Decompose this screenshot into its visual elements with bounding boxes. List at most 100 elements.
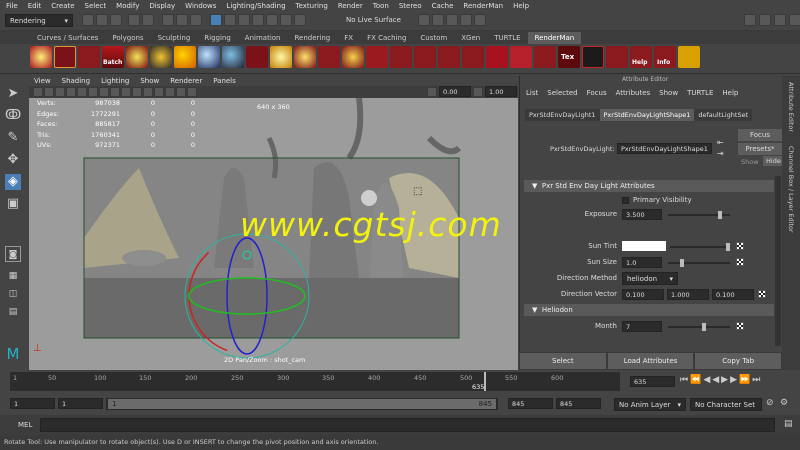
ipr-icon[interactable]	[54, 46, 76, 68]
hypershade-icon[interactable]	[474, 14, 486, 26]
ae-menu-turtle[interactable]: TURTLE	[687, 89, 713, 97]
sun-size-slider[interactable]	[668, 262, 730, 264]
render-icon[interactable]	[30, 46, 52, 68]
shelf-tab-fx[interactable]: FX	[337, 32, 360, 44]
render-view-shelf-icon[interactable]	[126, 46, 148, 68]
snap-grid-icon[interactable]	[224, 14, 236, 26]
ae-menu-show[interactable]: Show	[659, 89, 678, 97]
pxr-disney-icon[interactable]	[222, 46, 244, 68]
sun-size-value[interactable]: 1.0	[622, 257, 662, 268]
load-attributes-button[interactable]: Load Attributes	[606, 352, 695, 370]
ae-menu-attributes[interactable]: Attributes	[616, 89, 651, 97]
range-track[interactable]: 1 845	[106, 398, 498, 410]
single-view-icon[interactable]: ◙	[5, 246, 21, 262]
grid-icon[interactable]	[77, 87, 87, 97]
teapot-icon[interactable]	[534, 46, 556, 68]
select-tool-icon[interactable]: ➤	[5, 86, 21, 102]
snap-plane-icon[interactable]	[266, 14, 278, 26]
shelf-tab-rigging[interactable]: Rigging	[197, 32, 238, 44]
image-plane-icon[interactable]	[66, 87, 76, 97]
play-forward-icon[interactable]: ▶	[721, 375, 728, 385]
step-forward-frame-icon[interactable]: ▶	[730, 375, 737, 385]
shadows-icon[interactable]	[154, 87, 164, 97]
go-output-icon[interactable]: ⇥	[717, 149, 724, 158]
menu-help[interactable]: Help	[513, 2, 529, 10]
sun-tint-swatch[interactable]	[622, 241, 666, 251]
help-icon[interactable]: Help	[630, 46, 652, 68]
shelf-tab-xgen[interactable]: XGen	[454, 32, 487, 44]
globals-icon[interactable]	[150, 46, 172, 68]
map-button-icon[interactable]	[736, 242, 744, 250]
modeling-toolkit-icon[interactable]	[744, 14, 756, 26]
side-tab-attribute-editor[interactable]: Attribute Editor	[787, 82, 795, 132]
ae-tab-transform[interactable]: PxrStdEnvDayLight1	[525, 109, 600, 121]
direction-vector-z[interactable]: 0.100	[712, 289, 754, 300]
smooth-shade-icon[interactable]	[121, 87, 131, 97]
menu-stereo[interactable]: Stereo	[399, 2, 422, 10]
menu-file[interactable]: File	[6, 2, 18, 10]
new-scene-icon[interactable]	[82, 14, 94, 26]
resolution-gate-icon[interactable]	[99, 87, 109, 97]
mel-label[interactable]: MEL	[18, 421, 32, 429]
sun-size-knob[interactable]	[680, 259, 684, 267]
shelf-tab-custom[interactable]: Custom	[413, 32, 454, 44]
range-bar[interactable]: 1 845	[108, 399, 496, 409]
four-view-icon[interactable]: ▦	[5, 268, 21, 284]
gamma-field[interactable]: 1.00	[485, 86, 517, 97]
section-heliodon[interactable]: ▼ Heliodon	[524, 304, 774, 316]
textured-icon[interactable]	[132, 87, 142, 97]
batch-render-icon[interactable]: Batch	[102, 46, 124, 68]
current-frame-field[interactable]: 635	[630, 376, 675, 387]
shelf-tab-curves-surfaces[interactable]: Curves / Surfaces	[30, 32, 105, 44]
hair-icon[interactable]	[366, 46, 388, 68]
use-lights-icon[interactable]	[143, 87, 153, 97]
shelf-tab-animation[interactable]: Animation	[238, 32, 288, 44]
direction-vector-x[interactable]: 0.100	[622, 289, 664, 300]
mel-input[interactable]	[40, 418, 775, 432]
ae-tab-shape[interactable]: PxrStdEnvDayLightShape1	[599, 109, 695, 121]
scale-tool-icon[interactable]: ▣	[5, 196, 21, 212]
film-gate-icon[interactable]	[88, 87, 98, 97]
isolate-select-icon[interactable]	[176, 87, 186, 97]
camera-select-icon[interactable]	[33, 87, 43, 97]
wireframe-icon[interactable]	[110, 87, 120, 97]
animation-start-field[interactable]: 1	[10, 398, 55, 409]
exposure-value[interactable]: 3.500	[622, 209, 662, 220]
preferences-icon[interactable]	[582, 46, 604, 68]
render-view-icon[interactable]	[418, 14, 430, 26]
cube-icon[interactable]	[486, 46, 508, 68]
ribbox-icon[interactable]	[414, 46, 436, 68]
archive-icon[interactable]	[438, 46, 460, 68]
make-live-icon[interactable]	[294, 14, 306, 26]
xray-icon[interactable]	[187, 87, 197, 97]
portal-light-icon[interactable]	[318, 46, 340, 68]
puzzle-icon[interactable]	[678, 46, 700, 68]
env-light-icon[interactable]	[270, 46, 292, 68]
auto-key-icon[interactable]: ⊘	[766, 398, 774, 408]
section-daylight-attributes[interactable]: ▼ Pxr Std Env Day Light Attributes	[524, 180, 774, 192]
character-set-dropdown[interactable]: No Character Set▾	[690, 398, 762, 421]
sphere-icon[interactable]	[510, 46, 532, 68]
render-current-icon[interactable]	[432, 14, 444, 26]
menu-set-dropdown[interactable]: Rendering ▾	[5, 14, 73, 27]
pxr-surface-icon[interactable]	[174, 46, 196, 68]
select-hierarchy-icon[interactable]	[162, 14, 174, 26]
sun-tint-knob[interactable]	[726, 243, 730, 251]
menu-modify[interactable]: Modify	[116, 2, 139, 10]
paint-select-icon[interactable]: ✎	[5, 130, 21, 146]
info-icon[interactable]: Info	[654, 46, 676, 68]
viewport-menu-lighting[interactable]: Lighting	[101, 77, 129, 85]
playback-start-field[interactable]: 1	[58, 398, 103, 409]
presets-button[interactable]: Presets*	[738, 143, 782, 155]
ae-menu-help[interactable]: Help	[722, 89, 738, 97]
anim-layer-dropdown[interactable]: No Anim Layer ▾	[614, 398, 686, 411]
snap-point-icon[interactable]	[252, 14, 264, 26]
side-by-side-icon[interactable]: ◫	[5, 286, 21, 302]
exposure-knob[interactable]	[718, 211, 722, 219]
viewport-menu-renderer[interactable]: Renderer	[170, 77, 202, 85]
sun-tint-slider[interactable]	[670, 246, 730, 248]
select-component-icon[interactable]	[190, 14, 202, 26]
go-to-start-icon[interactable]: ⏮	[680, 375, 688, 385]
menu-lighting-shading[interactable]: Lighting/Shading	[226, 2, 285, 10]
menu-edit[interactable]: Edit	[28, 2, 42, 10]
